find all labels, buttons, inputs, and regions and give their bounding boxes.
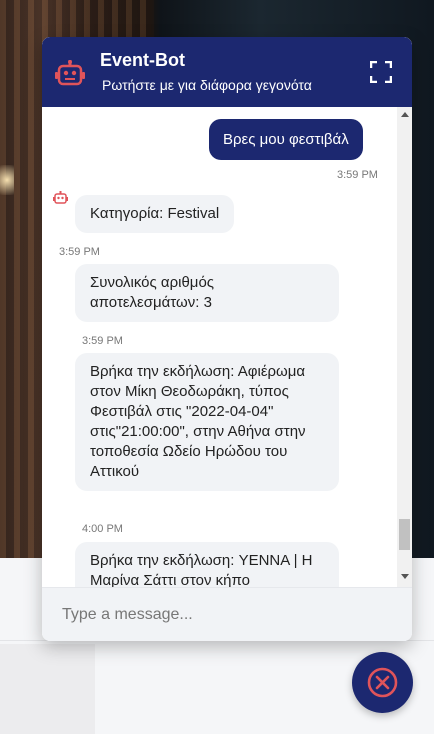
- bot-message: Συνολικός αριθμός αποτελεσμάτων: 3: [75, 264, 339, 322]
- scroll-up-icon[interactable]: [401, 112, 409, 117]
- message-timestamp: 3:59 PM: [59, 246, 100, 258]
- message-list[interactable]: Βρες μου φεστιβάλ 3:59 PM Κατηγορία: Fes…: [42, 107, 397, 587]
- chat-subtitle: Ρωτήστε με για διάφορα γεγονότα: [102, 77, 312, 93]
- scroll-down-icon[interactable]: [401, 574, 409, 579]
- chat-title: Event-Bot: [100, 50, 185, 70]
- chat-widget: Event-Bot Ρωτήστε με για διάφορα γεγονότ…: [42, 37, 412, 641]
- message-timestamp: 3:59 PM: [337, 169, 378, 181]
- close-circle-icon: [367, 667, 398, 698]
- message-input[interactable]: [62, 604, 382, 626]
- message-timestamp: 3:59 PM: [82, 335, 123, 347]
- background-light: [0, 165, 14, 195]
- message-timestamp: 4:00 PM: [82, 523, 123, 535]
- message-scrollbar[interactable]: [397, 107, 412, 587]
- robot-icon: [55, 60, 85, 86]
- fullscreen-icon[interactable]: [370, 61, 392, 83]
- background-panel: [0, 644, 95, 734]
- bot-message: Κατηγορία: Festival: [75, 195, 235, 233]
- scrollbar-thumb[interactable]: [399, 519, 410, 550]
- chat-header: Event-Bot Ρωτήστε με για διάφορα γεγονότ…: [42, 37, 412, 107]
- close-chat-button[interactable]: [352, 652, 413, 713]
- bot-message: Βρήκα την εκδήλωση: YENNA | Η Μαρίνα Σάτ…: [75, 542, 339, 587]
- user-message: Βρες μου φεστιβάλ: [209, 119, 363, 160]
- robot-icon: [53, 191, 68, 204]
- message-composer: [42, 587, 412, 641]
- bot-message: Βρήκα την εκδήλωση: Αφιέρωμα στον Μίκη Θ…: [75, 353, 339, 491]
